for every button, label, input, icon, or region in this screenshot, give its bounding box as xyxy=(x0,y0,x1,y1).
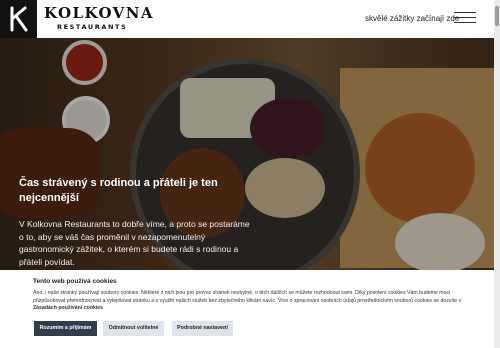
hero-image: Čas strávený s rodinou a přáteli je ten … xyxy=(0,38,500,270)
hero-title: Čas strávený s rodinou a přáteli je ten … xyxy=(19,177,218,204)
site-header: KOLKOVNA RESTAURANTS skvělé zážitky začí… xyxy=(0,0,500,38)
brand[interactable]: KOLKOVNA RESTAURANTS xyxy=(44,5,154,31)
hero-text: Čas strávený s rodinou a přáteli je ten … xyxy=(19,176,254,268)
menu-line xyxy=(454,12,476,13)
brand-sub: RESTAURANTS xyxy=(57,23,128,31)
cookie-policy-link[interactable]: Zásadách používání cookies xyxy=(33,305,103,311)
scrollbar[interactable] xyxy=(494,0,500,348)
header-tagline: skvělé zážitky začínají zde xyxy=(365,14,460,23)
menu-icon[interactable] xyxy=(454,12,476,24)
cookie-title: Tento web používá cookies xyxy=(33,278,117,285)
cookie-settings-button[interactable]: Podrobné nastavení xyxy=(172,321,233,336)
logo-k-icon xyxy=(10,6,28,32)
hero-body: V Kolkovna Restaurants to dobře víme, a … xyxy=(19,219,250,267)
cookie-banner: Tento web používá cookies Ano, i naše st… xyxy=(0,270,494,348)
cookie-description: Ano, i naše stránky používají soubory co… xyxy=(33,290,462,304)
cookie-text: Ano, i naše stránky používají soubory co… xyxy=(33,290,473,313)
reject-optional-button[interactable]: Odmítnout volitelné xyxy=(103,321,164,336)
accept-all-button[interactable]: Rozumím a přijímám xyxy=(34,321,97,336)
brand-name: KOLKOVNA xyxy=(44,4,154,22)
menu-line xyxy=(454,22,476,23)
scrollbar-thumb[interactable] xyxy=(495,6,499,26)
menu-line xyxy=(454,17,476,18)
logo[interactable] xyxy=(0,0,37,38)
